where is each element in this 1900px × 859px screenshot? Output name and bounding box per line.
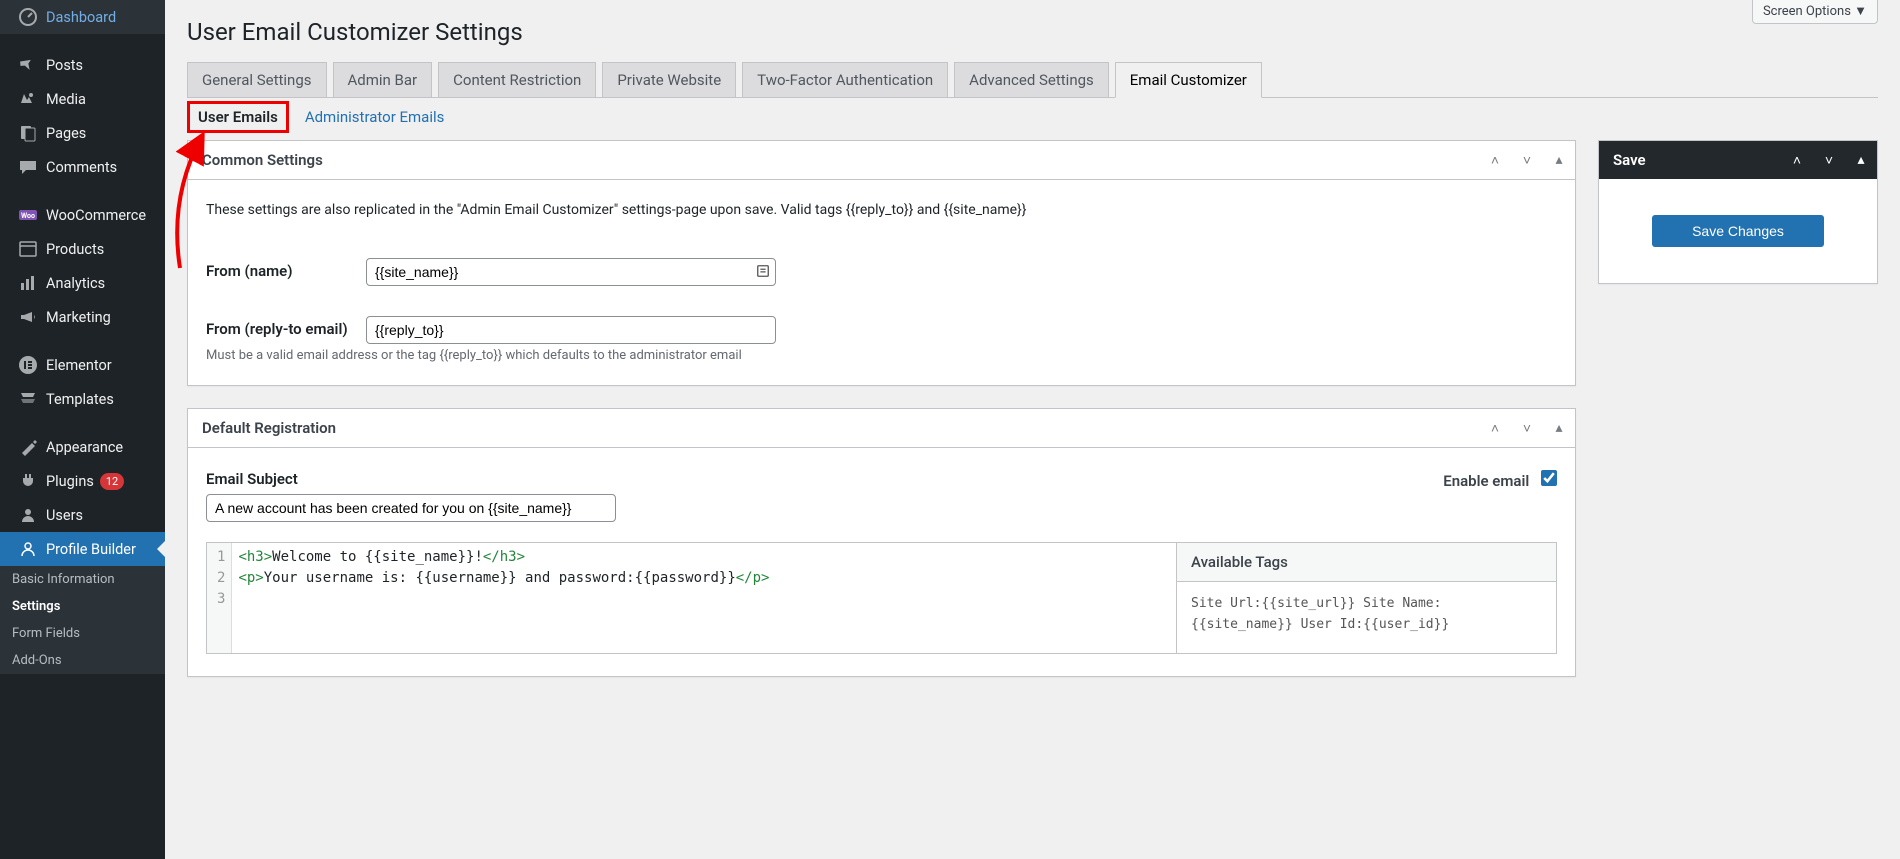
sidebar-item-label: Users <box>46 507 83 524</box>
comment-icon <box>10 157 46 177</box>
sidebar-item-label: Comments <box>46 159 117 176</box>
sidebar-item-comments[interactable]: Comments <box>0 150 165 184</box>
sidebar-item-label: Templates <box>46 391 114 408</box>
reply-to-label: From (reply-to email) <box>206 316 366 338</box>
page-icon <box>10 123 46 143</box>
sidebar-item-profile-builder[interactable]: Profile Builder <box>0 532 165 566</box>
sidebar-item-label: Pages <box>46 125 86 142</box>
sidebar-item-label: Marketing <box>46 309 111 326</box>
tab-private-website[interactable]: Private Website <box>602 62 736 98</box>
move-up-icon[interactable]: ˄ <box>1479 420 1511 437</box>
tab-content-restriction[interactable]: Content Restriction <box>438 62 596 98</box>
appearance-icon <box>10 437 46 457</box>
save-changes-button[interactable]: Save Changes <box>1652 215 1824 247</box>
sidebar-item-label: Dashboard <box>46 9 116 26</box>
update-badge: 12 <box>100 473 124 490</box>
sidebar-item-pages[interactable]: Pages <box>0 116 165 150</box>
tag-icon <box>10 239 46 259</box>
submenu-item-add-ons[interactable]: Add-Ons <box>0 647 165 674</box>
admin-sidebar: Dashboard Posts Media Pages Comments Woo WooCo… <box>0 0 165 859</box>
move-down-icon[interactable]: ˅ <box>1511 420 1543 437</box>
settings-tabs: General SettingsAdmin BarContent Restric… <box>187 62 1878 98</box>
move-down-icon[interactable]: ˅ <box>1511 152 1543 169</box>
sidebar-item-analytics[interactable]: Analytics <box>0 266 165 300</box>
email-subject-input[interactable] <box>206 494 616 522</box>
main-content: Screen Options ▼ User Email Customizer S… <box>165 0 1900 699</box>
from-name-input[interactable] <box>366 258 776 286</box>
sidebar-item-label: Media <box>46 91 86 108</box>
pin-icon <box>10 55 46 75</box>
users-icon <box>10 505 46 525</box>
code-lines[interactable]: <h3>Welcome to {{site_name}}!</h3> <p>Yo… <box>232 543 775 653</box>
sidebar-item-users[interactable]: Users <box>0 498 165 532</box>
tab-advanced-settings[interactable]: Advanced Settings <box>954 62 1109 98</box>
sidebar-item-label: Analytics <box>46 275 105 292</box>
sidebar-item-label: Posts <box>46 57 83 74</box>
email-subject-label: Email Subject <box>206 470 616 494</box>
enable-email-checkbox[interactable] <box>1541 470 1557 486</box>
toggle-panel-icon[interactable]: ▴ <box>1543 152 1575 168</box>
sidebar-item-products[interactable]: Products <box>0 232 165 266</box>
available-tags-body: Site Url:{{site_url}} Site Name:{{site_n… <box>1177 582 1556 648</box>
sub-tabs: User EmailsAdministrator Emails <box>187 98 1878 140</box>
tab-general-settings[interactable]: General Settings <box>187 62 327 98</box>
tab-admin-bar[interactable]: Admin Bar <box>333 62 433 98</box>
code-gutter: 123 <box>207 543 232 653</box>
save-box: Save ˄ ˅ ▴ Save Changes <box>1598 140 1878 284</box>
tab-two-factor-authentication[interactable]: Two-Factor Authentication <box>742 62 948 98</box>
tab-email-customizer[interactable]: Email Customizer <box>1115 62 1262 98</box>
move-up-icon[interactable]: ˄ <box>1479 152 1511 169</box>
from-name-label: From (name) <box>206 258 366 280</box>
sidebar-item-plugins[interactable]: Plugins 12 <box>0 464 165 498</box>
sidebar-item-appearance[interactable]: Appearance <box>0 430 165 464</box>
save-box-title: Save <box>1599 141 1781 179</box>
reply-to-input[interactable] <box>366 316 776 344</box>
sidebar-item-label: Appearance <box>46 439 123 456</box>
reply-to-help: Must be a valid email address or the tag… <box>206 348 1557 363</box>
available-tags-title: Available Tags <box>1177 543 1556 582</box>
enable-email-label: Enable email <box>1443 472 1529 490</box>
submenu-item-form-fields[interactable]: Form Fields <box>0 620 165 647</box>
sidebar-item-label: Profile Builder <box>46 541 136 558</box>
sidebar-item-label: Plugins <box>46 473 94 490</box>
sidebar-item-elementor[interactable]: Elementor <box>0 348 165 382</box>
page-title: User Email Customizer Settings <box>187 18 1878 46</box>
woo-icon: Woo <box>10 205 46 225</box>
annotation-arrow <box>165 128 220 278</box>
sidebar-item-dashboard[interactable]: Dashboard <box>0 0 165 34</box>
submenu-item-settings[interactable]: Settings <box>0 593 165 620</box>
sidebar-item-posts[interactable]: Posts <box>0 48 165 82</box>
sidebar-item-media[interactable]: Media <box>0 82 165 116</box>
elementor-icon <box>10 355 46 375</box>
dashboard-icon <box>10 7 46 27</box>
sidebar-item-label: Products <box>46 241 104 258</box>
sidebar-item-woocommerce[interactable]: Woo WooCommerce <box>0 198 165 232</box>
default-registration-title: Default Registration <box>188 409 1479 447</box>
templates-icon <box>10 389 46 409</box>
plugin-icon <box>10 471 46 491</box>
sidebar-item-marketing[interactable]: Marketing <box>0 300 165 334</box>
sidebar-item-label: WooCommerce <box>46 207 146 224</box>
media-icon <box>10 89 46 109</box>
megaphone-icon <box>10 307 46 327</box>
profilebuilder-icon <box>10 539 46 559</box>
subtab-administrator-emails[interactable]: Administrator Emails <box>305 108 445 126</box>
sidebar-item-templates[interactable]: Templates <box>0 382 165 416</box>
move-up-icon[interactable]: ˄ <box>1781 152 1813 169</box>
submenu-item-basic-information[interactable]: Basic Information <box>0 566 165 593</box>
default-registration-box: Default Registration ˄ ˅ ▴ Email Subject… <box>187 408 1576 677</box>
screen-options-button[interactable]: Screen Options ▼ <box>1752 0 1878 24</box>
sidebar-item-label: Elementor <box>46 357 112 374</box>
chart-icon <box>10 273 46 293</box>
svg-text:Woo: Woo <box>21 212 35 220</box>
autofill-icon[interactable] <box>756 264 770 282</box>
common-settings-box: Common Settings ˄ ˅ ▴ These settings are… <box>187 140 1576 386</box>
toggle-panel-icon[interactable]: ▴ <box>1543 420 1575 436</box>
available-tags-panel: Available Tags Site Url:{{site_url}} Sit… <box>1176 543 1556 653</box>
email-body-editor: 123 <h3>Welcome to {{site_name}}!</h3> <… <box>206 542 1557 654</box>
common-desc: These settings are also replicated in th… <box>206 202 1557 218</box>
common-settings-title: Common Settings <box>188 141 1479 179</box>
toggle-panel-icon[interactable]: ▴ <box>1845 152 1877 168</box>
move-down-icon[interactable]: ˅ <box>1813 152 1845 169</box>
